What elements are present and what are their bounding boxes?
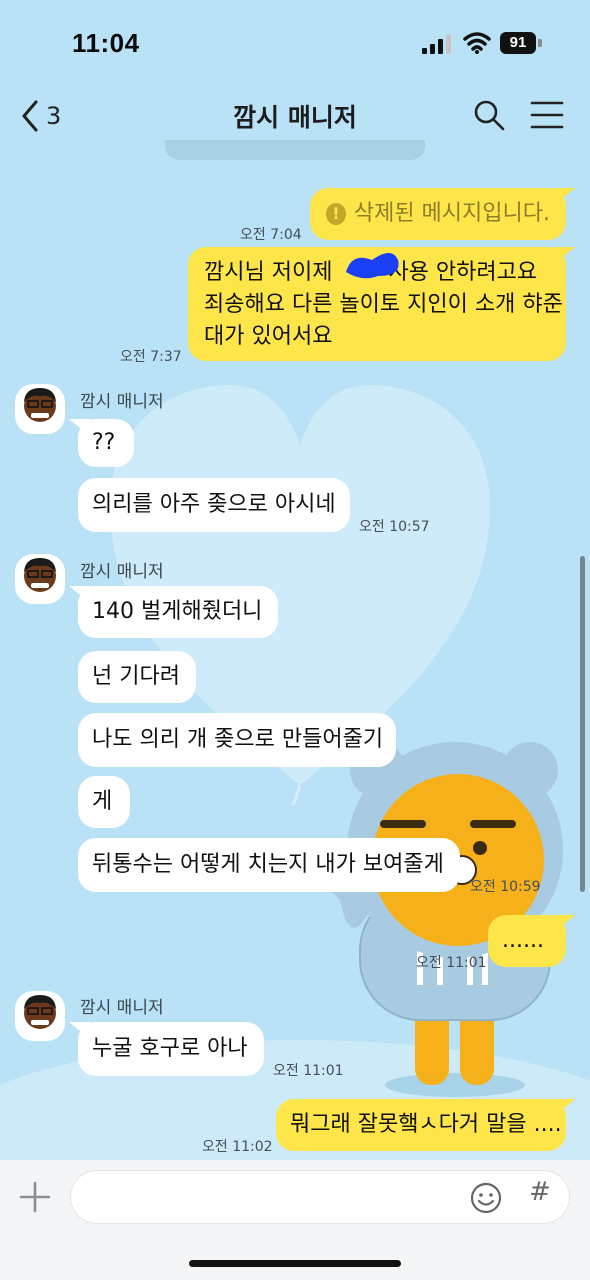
avatar-face-icon bbox=[24, 995, 56, 1029]
message-text-line1a: 깜시님 저이제 bbox=[204, 260, 333, 285]
message-time: 오전 11:02 bbox=[202, 1139, 273, 1155]
deleted-message-bubble[interactable]: ! 삭제된 메시지입니다. bbox=[310, 188, 566, 240]
their-message-bubble[interactable]: 누굴 호구로 아나 bbox=[78, 1022, 264, 1076]
sender-name: 깜시 매니저 bbox=[80, 562, 164, 582]
sender-name: 깜시 매니저 bbox=[80, 392, 164, 412]
avatar-face-icon bbox=[24, 558, 56, 592]
their-message-bubble[interactable]: ?? bbox=[78, 419, 134, 467]
message-text: 나도 의리 개 좆으로 만들어줄기 bbox=[92, 727, 384, 752]
message-field[interactable]: # bbox=[70, 1170, 570, 1224]
status-bar: 11:04 91 bbox=[0, 0, 590, 86]
message-text: 게 bbox=[92, 789, 113, 814]
their-message-bubble[interactable]: 넌 기다려 bbox=[78, 651, 196, 703]
message-time: 오전 7:37 bbox=[120, 349, 182, 365]
message-time: 오전 11:01 bbox=[416, 955, 487, 971]
emoji-icon[interactable] bbox=[469, 1181, 503, 1215]
message-time: 오전 10:57 bbox=[359, 519, 430, 535]
message-time: 오전 11:01 bbox=[273, 1063, 344, 1079]
message-text: 삭제된 메시지입니다. bbox=[353, 201, 550, 226]
warning-icon: ! bbox=[326, 203, 346, 225]
message-text-line2: 죄송해요 다른 놀이토 지인이 소개 햐준 bbox=[204, 292, 563, 317]
hashtag-icon[interactable]: # bbox=[529, 1177, 551, 1207]
message-input[interactable] bbox=[89, 1183, 453, 1215]
message-text: ?? bbox=[92, 430, 116, 455]
message-text: 뭐그래 잘못햌ㅅ다거 말을 .... bbox=[290, 1112, 562, 1137]
message-text-line1b: 사용 안하려고요 bbox=[388, 260, 538, 285]
message-time: 오전 10:59 bbox=[470, 879, 541, 895]
message-text: 넌 기다려 bbox=[92, 664, 180, 689]
their-message-bubble[interactable]: 게 bbox=[78, 776, 130, 828]
search-icon[interactable] bbox=[472, 98, 506, 132]
message-time: 오전 7:04 bbox=[240, 227, 302, 243]
cellular-signal-icon bbox=[422, 34, 451, 54]
plus-icon[interactable] bbox=[18, 1180, 52, 1214]
their-message-bubble[interactable]: 140 벌게해줬더니 bbox=[78, 586, 278, 638]
redaction-scribble bbox=[346, 253, 399, 279]
their-message-bubble[interactable]: 의리를 아주 좆으로 아시네 bbox=[78, 478, 350, 532]
menu-icon[interactable] bbox=[530, 100, 564, 130]
their-message-bubble[interactable]: 나도 의리 개 좆으로 만들어줄기 bbox=[78, 713, 396, 767]
avatar[interactable] bbox=[15, 991, 65, 1041]
their-message-bubble[interactable]: 뒤통수는 어떻게 치는지 내가 보여줄게 bbox=[78, 838, 460, 892]
message-text: 누굴 호구로 아나 bbox=[92, 1036, 248, 1061]
message-text-line3: 대가 있어서요 bbox=[204, 324, 333, 349]
battery-icon: 91 bbox=[500, 32, 544, 54]
message-text: 140 벌게해줬더니 bbox=[92, 599, 263, 624]
avatar[interactable] bbox=[15, 384, 65, 434]
message-text: 뒤통수는 어떻게 치는지 내가 보여줄게 bbox=[92, 852, 444, 877]
avatar[interactable] bbox=[15, 554, 65, 604]
scrollbar[interactable] bbox=[580, 556, 585, 892]
my-message-bubble[interactable]: ...... bbox=[488, 915, 566, 967]
status-time: 11:04 bbox=[72, 28, 140, 58]
my-message-bubble[interactable]: 뭐그래 잘못햌ㅅ다거 말을 .... bbox=[276, 1099, 566, 1151]
message-text: 의리를 아주 좆으로 아시네 bbox=[92, 492, 336, 517]
battery-level: 91 bbox=[500, 32, 536, 54]
home-indicator bbox=[189, 1260, 401, 1267]
wifi-icon bbox=[463, 32, 491, 54]
previous-message-edge bbox=[165, 140, 425, 160]
chat-header: 3 깜시 매니저 bbox=[0, 86, 590, 146]
avatar-face-icon bbox=[24, 388, 56, 422]
chat-screen: 11:04 91 3 깜시 매니저 ! 삭제된 메시지입니다. 오전 7:04 … bbox=[0, 0, 590, 1280]
sender-name: 깜시 매니저 bbox=[80, 998, 164, 1018]
message-text: ...... bbox=[502, 928, 544, 953]
